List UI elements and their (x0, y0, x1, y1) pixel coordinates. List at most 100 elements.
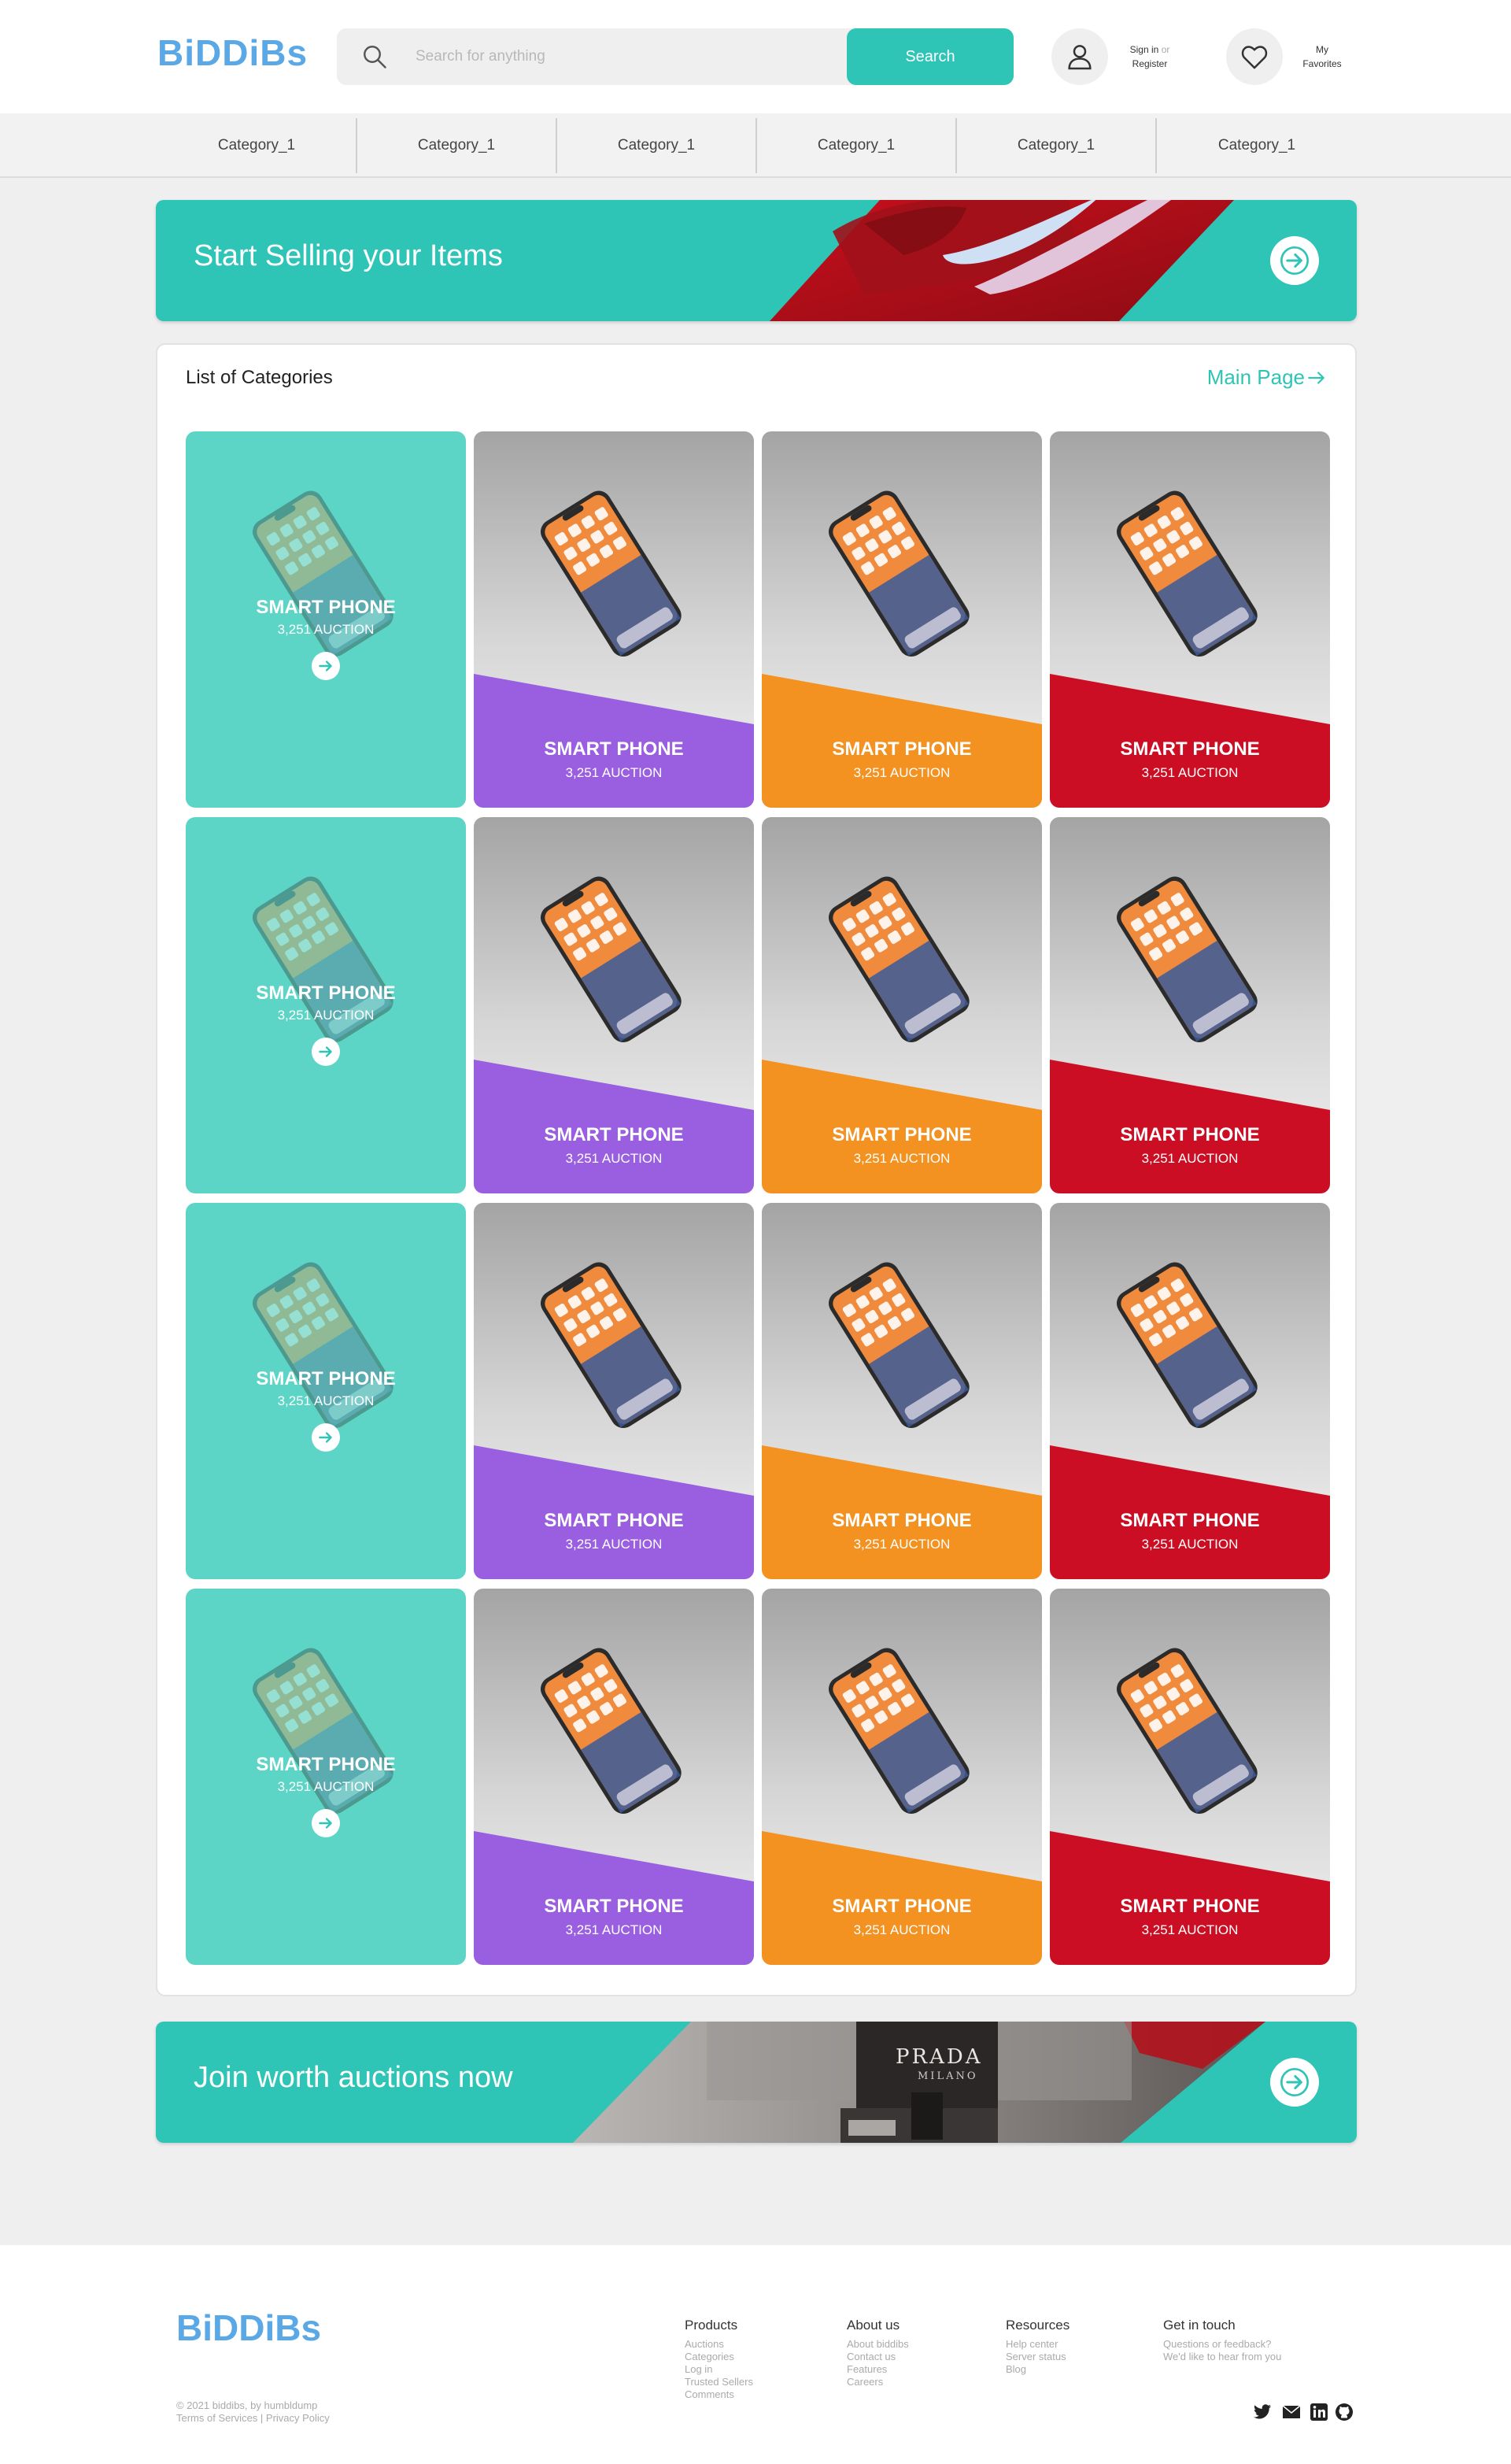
card-label: SMART PHONE (1120, 1896, 1260, 1917)
card-label: SMART PHONE (832, 738, 972, 760)
card-arrow-button[interactable] (312, 652, 340, 680)
category-card[interactable]: SMART PHONE 3,251 AUCTION (1050, 1589, 1330, 1965)
card-label: SMART PHONE (544, 1510, 684, 1531)
card-count: 3,251 AUCTION (277, 1779, 375, 1794)
phone-image (253, 876, 393, 1043)
footer-link[interactable]: Help center (1006, 2338, 1070, 2351)
card-label: SMART PHONE (256, 982, 396, 1004)
card-label: SMART PHONE (1120, 1124, 1260, 1145)
mail-icon[interactable] (1280, 2403, 1303, 2421)
card-label: SMART PHONE (256, 1368, 396, 1389)
card-count: 3,251 AUCTION (853, 1537, 951, 1552)
github-icon[interactable] (1335, 2403, 1354, 2421)
category-card[interactable]: SMART PHONE 3,251 AUCTION (762, 817, 1042, 1193)
card-label: SMART PHONE (544, 1896, 684, 1917)
phone-image (1117, 1648, 1258, 1815)
account-button[interactable] (1051, 28, 1108, 85)
footer-column-title: Get in touch (1163, 2318, 1236, 2333)
category-card[interactable]: SMART PHONE 3,251 AUCTION (474, 817, 754, 1193)
categories-panel: List of Categories Main Page SMART PHONE… (156, 343, 1357, 1996)
category-tab[interactable]: Category_1 (1157, 118, 1357, 173)
phone-image (1117, 490, 1258, 657)
category-card[interactable]: SMART PHONE 3,251 AUCTION (474, 1203, 754, 1579)
category-card[interactable]: SMART PHONE 3,251 AUCTION (1050, 431, 1330, 808)
banner-arrow-button[interactable] (1270, 2058, 1319, 2107)
sign-in-link[interactable]: Sign in (1130, 44, 1159, 55)
footer-link[interactable]: Questions or feedback? (1163, 2338, 1281, 2351)
card-label: SMART PHONE (832, 1896, 972, 1917)
footer-link[interactable]: Server status (1006, 2351, 1070, 2363)
heart-icon (1241, 46, 1268, 69)
card-arrow-button[interactable] (312, 1038, 340, 1066)
linkedin-icon[interactable] (1310, 2403, 1328, 2421)
footer-link[interactable]: Trusted Sellers (685, 2376, 753, 2388)
footer-link[interactable]: We'd like to hear from you (1163, 2351, 1281, 2363)
category-card[interactable]: SMART PHONE 3,251 AUCTION (762, 431, 1042, 808)
footer-link[interactable]: Blog (1006, 2363, 1070, 2376)
category-card-featured[interactable]: SMART PHONE 3,251 AUCTION (186, 1589, 466, 1965)
card-count: 3,251 AUCTION (565, 765, 663, 780)
register-link[interactable]: Register (1132, 58, 1168, 69)
footer-link[interactable]: Auctions (685, 2338, 753, 2351)
card-arrow-button[interactable] (312, 1809, 340, 1837)
logo[interactable]: BiDDiBs (157, 31, 308, 74)
footer-link[interactable]: Contact us (847, 2351, 909, 2363)
footer-link[interactable]: Comments (685, 2388, 753, 2401)
search-input[interactable] (416, 43, 856, 71)
category-card-featured[interactable]: SMART PHONE 3,251 AUCTION (186, 817, 466, 1193)
phone-image (829, 876, 970, 1043)
category-card[interactable]: SMART PHONE 3,251 AUCTION (762, 1589, 1042, 1965)
phone-image (541, 1262, 682, 1429)
category-tab[interactable]: Category_1 (357, 118, 557, 173)
card-label: SMART PHONE (544, 738, 684, 760)
start-selling-banner[interactable]: Start Selling your Items (156, 200, 1357, 321)
bag-brand-logo: PRADA (896, 2045, 983, 2069)
category-tab[interactable]: Category_1 (557, 118, 757, 173)
phone-image (829, 490, 970, 657)
card-label: SMART PHONE (1120, 1510, 1260, 1531)
footer-logo[interactable]: BiDDiBs (176, 2307, 321, 2349)
favorites-label-line1: My (1316, 44, 1328, 55)
footer-column: Resources Help center Server status Blog (1006, 2318, 1070, 2376)
category-card-featured[interactable]: SMART PHONE 3,251 AUCTION (186, 431, 466, 808)
card-label: SMART PHONE (1120, 738, 1260, 760)
arrow-right-icon (1308, 371, 1324, 384)
footer-link[interactable]: About biddibs (847, 2338, 909, 2351)
category-tab[interactable]: Category_1 (957, 118, 1157, 173)
category-card-featured[interactable]: SMART PHONE 3,251 AUCTION (186, 1203, 466, 1579)
search-button[interactable]: Search (847, 28, 1014, 85)
favorites-button[interactable] (1226, 28, 1283, 85)
card-arrow-button[interactable] (312, 1423, 340, 1452)
favorites-label-line2: Favorites (1302, 58, 1342, 69)
card-count: 3,251 AUCTION (853, 1922, 951, 1937)
category-tab[interactable]: Category_1 (157, 118, 357, 173)
favorites-label[interactable]: My Favorites (1297, 43, 1347, 71)
phone-image (541, 876, 682, 1043)
category-card[interactable]: SMART PHONE 3,251 AUCTION (762, 1203, 1042, 1579)
category-tab[interactable]: Category_1 (757, 118, 957, 173)
arrow-right-icon (1280, 246, 1309, 275)
footer-link[interactable]: Careers (847, 2376, 909, 2388)
card-count: 3,251 AUCTION (853, 765, 951, 780)
footer-link[interactable]: Features (847, 2363, 909, 2376)
banner-arrow-button[interactable] (1270, 236, 1319, 285)
category-card[interactable]: SMART PHONE 3,251 AUCTION (474, 1589, 754, 1965)
category-card[interactable]: SMART PHONE 3,251 AUCTION (474, 431, 754, 808)
card-label: SMART PHONE (256, 597, 396, 618)
footer-link[interactable]: Log in (685, 2363, 753, 2376)
search-bar: Search (337, 28, 1014, 85)
arrow-right-icon (1280, 2068, 1309, 2096)
main-page-link[interactable]: Main Page (1207, 365, 1327, 390)
legal-links[interactable]: Terms of Services | Privacy Policy (176, 2412, 330, 2425)
category-card[interactable]: SMART PHONE 3,251 AUCTION (1050, 1203, 1330, 1579)
card-label: SMART PHONE (832, 1124, 972, 1145)
sign-in-register[interactable]: Sign in or Register (1122, 43, 1177, 71)
footer-link[interactable]: Categories (685, 2351, 753, 2363)
or-text: or (1161, 44, 1170, 55)
twitter-icon[interactable] (1251, 2403, 1273, 2421)
category-card[interactable]: SMART PHONE 3,251 AUCTION (1050, 817, 1330, 1193)
phone-image (541, 1648, 682, 1815)
footer-column: Products Auctions Categories Log in Trusted … (685, 2318, 753, 2401)
category-nav: Category_1 Category_1 Category_1 Categor… (0, 113, 1511, 178)
join-auctions-banner[interactable]: PRADA MILANO Join worth auctions now (156, 2022, 1357, 2143)
